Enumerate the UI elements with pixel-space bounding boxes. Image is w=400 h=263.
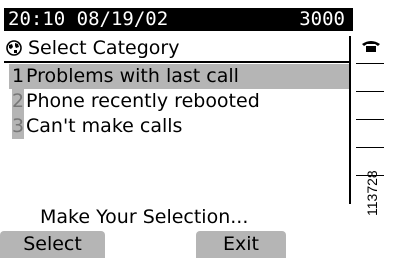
status-bar: 20:10 08/19/02 3000	[4, 8, 353, 31]
item-label: Phone recently rebooted	[26, 90, 260, 112]
phone-icon[interactable]	[361, 39, 381, 53]
line-button-divider	[356, 119, 384, 120]
screen-header: Select Category	[6, 36, 179, 60]
select-softkey[interactable]: Select	[0, 231, 105, 258]
status-datetime: 20:10 08/19/02	[8, 8, 169, 30]
header-title: Select Category	[28, 37, 180, 59]
item-number: 3	[12, 114, 25, 139]
selection-prompt: Make Your Selection...	[40, 206, 249, 228]
category-list: 1 Problems with last call 2 Phone recently…	[9, 64, 349, 139]
globe-icon	[6, 40, 22, 56]
status-extension: 3000	[299, 8, 345, 30]
exit-softkey[interactable]: Exit	[196, 231, 286, 258]
item-number: 2	[12, 89, 25, 114]
list-item[interactable]: 2 Phone recently rebooted	[9, 89, 349, 114]
item-number: 1	[12, 64, 25, 89]
list-item[interactable]: 3 Can't make calls	[9, 114, 349, 139]
line-button-divider	[356, 63, 384, 64]
line-bar-divider	[349, 36, 351, 204]
item-label: Problems with last call	[26, 65, 239, 87]
list-item[interactable]: 1 Problems with last call	[9, 64, 349, 89]
item-label: Can't make calls	[26, 115, 183, 137]
header-divider	[4, 61, 349, 63]
line-button-divider	[356, 91, 384, 92]
phone-screen: 20:10 08/19/02 3000 Select Category 1 Pro…	[0, 0, 400, 263]
figure-number: 113728	[364, 170, 380, 216]
line-button-divider	[356, 147, 384, 148]
